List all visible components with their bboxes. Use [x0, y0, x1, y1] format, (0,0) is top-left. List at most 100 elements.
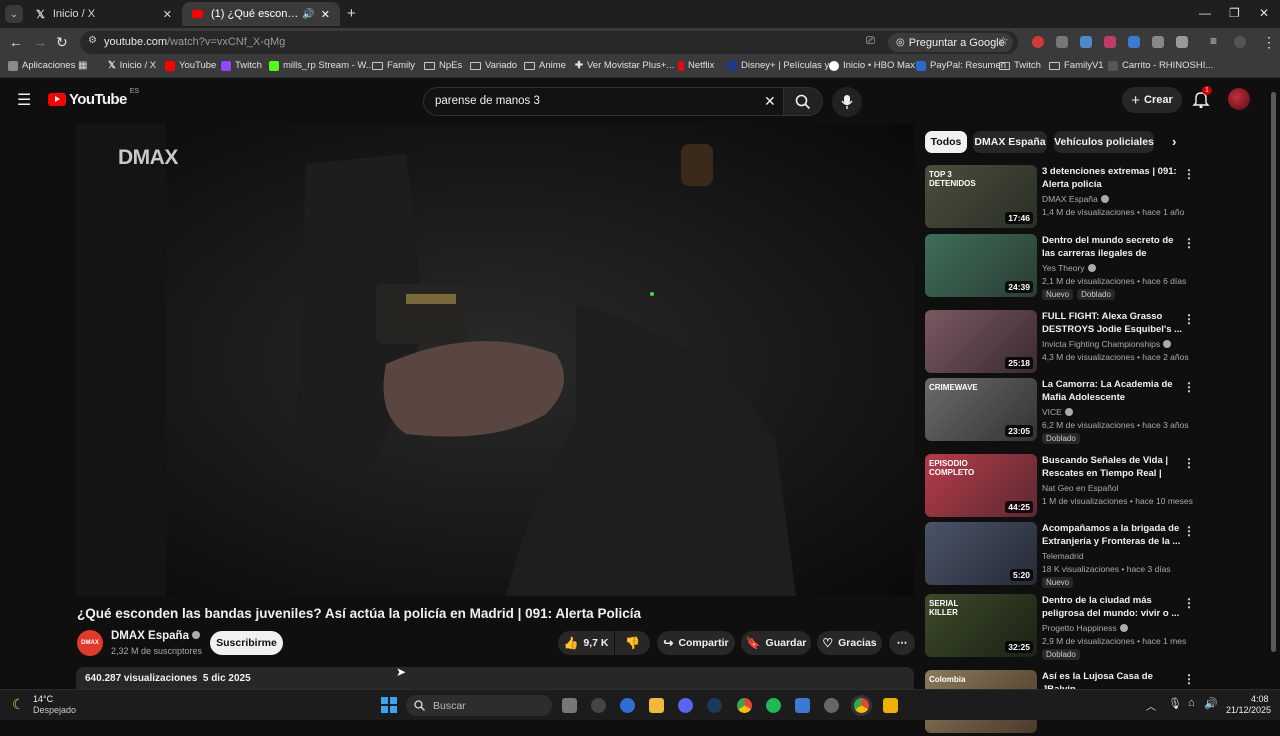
file-explorer-icon[interactable]	[649, 698, 664, 713]
more-vertical-icon[interactable]: ⋮	[1183, 167, 1195, 181]
bookmark-item[interactable]: Inicio • HBO Max	[829, 60, 915, 71]
page-scrollbar[interactable]	[1271, 82, 1277, 686]
microphone-tray-icon[interactable]: 🎙	[1168, 697, 1182, 710]
taskbar-search[interactable]: Buscar	[406, 695, 552, 716]
video-thumbnail[interactable]: 24:39	[925, 234, 1037, 297]
bookmark-item[interactable]: Disney+ | Películas y...	[727, 60, 836, 71]
chip-dmax[interactable]: DMAX España	[973, 131, 1047, 153]
channel-name[interactable]: DMAX España	[111, 630, 201, 642]
close-window-icon[interactable]: ✕	[1259, 6, 1269, 20]
bookmark-item[interactable]: Netflix	[678, 60, 714, 71]
recommended-channel[interactable]: VICE	[1042, 407, 1073, 417]
site-info-icon[interactable]: ⚙	[88, 35, 97, 46]
youtube-logo[interactable]: YouTube ES	[48, 88, 139, 108]
recommended-video[interactable]: SERIAL KILLER 32:25 Dentro de la ciudad má…	[925, 594, 1195, 660]
recommended-channel[interactable]: Progetto Happiness	[1042, 623, 1128, 633]
recommended-video-title[interactable]: La Camorra: La Academia de Mafia Adolesc…	[1042, 378, 1184, 404]
video-thumbnail[interactable]: EPISODIO COMPLETO 44:25	[925, 454, 1037, 517]
bookmark-item[interactable]: Aplicaciones	[8, 60, 75, 71]
rockstar-icon[interactable]	[883, 698, 898, 713]
video-thumbnail[interactable]: TOP 3 DETENIDOS 17:46	[925, 165, 1037, 228]
recommended-video[interactable]: CRIMEWAVE 23:05 La Camorra: La Academia de…	[925, 378, 1195, 444]
clock-time[interactable]: 4:08	[1251, 694, 1269, 704]
minimize-icon[interactable]: —	[1199, 6, 1211, 20]
recommended-video-title[interactable]: FULL FIGHT: Alexa Grasso DESTROYS Jodie …	[1042, 310, 1184, 336]
extension-icon[interactable]	[1104, 36, 1116, 48]
app-icon[interactable]	[824, 698, 839, 713]
thanks-button[interactable]: ♡ Gracias	[817, 631, 882, 655]
bookmark-folder[interactable]: Twitch	[999, 60, 1041, 71]
chip-all[interactable]: Todos	[925, 131, 967, 153]
dislike-button[interactable]: 👎	[615, 631, 650, 655]
ask-google-button[interactable]: ◎ Preguntar a Google	[888, 33, 1013, 52]
tab-groups-icon[interactable]: ▦	[78, 60, 87, 71]
more-actions-button[interactable]: ⋯	[889, 631, 915, 655]
app-icon[interactable]	[620, 698, 635, 713]
bookmark-folder[interactable]: Variado	[470, 60, 517, 71]
bookmark-folder[interactable]: Anime	[524, 60, 566, 71]
close-tab-icon[interactable]: ✕	[321, 8, 330, 21]
recommended-video-title[interactable]: 3 detenciones extremas | 091: Alerta pol…	[1042, 165, 1184, 191]
bookmark-item[interactable]: mills_rp Stream - W...	[269, 60, 374, 71]
back-icon[interactable]: ←	[9, 34, 23, 50]
weather-temp[interactable]: 14°C	[33, 694, 53, 704]
search-input[interactable]: parense de manos 3	[435, 95, 540, 107]
task-view-icon[interactable]	[562, 698, 577, 713]
bookmark-folder[interactable]: FamilyV1	[1049, 60, 1104, 71]
discord-icon[interactable]	[678, 698, 693, 713]
volume-icon[interactable]: 🔊	[1204, 697, 1218, 710]
windows-start-icon[interactable]	[381, 697, 397, 713]
bookmark-item[interactable]: 𝕏 Inicio / X	[108, 60, 156, 71]
hamburger-menu-icon[interactable]: ☰	[17, 90, 31, 110]
voice-search-button[interactable]	[832, 87, 862, 117]
bookmark-folder[interactable]: Family	[372, 60, 415, 71]
spotify-icon[interactable]	[766, 698, 781, 713]
more-vertical-icon[interactable]: ⋮	[1183, 596, 1195, 610]
recommended-video[interactable]: 24:39 Dentro del mundo secreto de las car…	[925, 234, 1195, 300]
avatar[interactable]	[1228, 88, 1250, 110]
clear-search-icon[interactable]: ✕	[764, 93, 776, 110]
weather-moon-icon[interactable]: ☾	[12, 696, 25, 713]
extension-icon[interactable]	[1128, 36, 1140, 48]
restore-icon[interactable]: ❐	[1229, 6, 1240, 20]
search-box[interactable]: parense de manos 3 ✕	[423, 87, 784, 116]
save-button[interactable]: 🔖 Guardar	[741, 631, 811, 655]
clock-date[interactable]: 21/12/2025	[1226, 705, 1271, 715]
bookmark-star-icon[interactable]: ☆	[998, 34, 1009, 48]
video-thumbnail[interactable]: 25:18	[925, 310, 1037, 373]
extension-icon[interactable]	[1056, 36, 1068, 48]
recommended-video-title[interactable]: Dentro del mundo secreto de las carreras…	[1042, 234, 1184, 261]
more-vertical-icon[interactable]: ⋮	[1183, 456, 1195, 470]
more-vertical-icon[interactable]: ⋮	[1183, 380, 1195, 394]
recommended-video[interactable]: 5:20 Acompañamos a la brigada de Extranje…	[925, 522, 1195, 588]
create-button[interactable]: + Crear	[1122, 87, 1182, 113]
chips-next-icon[interactable]: ›	[1172, 134, 1176, 149]
recommended-video[interactable]: TOP 3 DETENIDOS 17:46 3 detenciones extrem…	[925, 165, 1195, 231]
tab-x[interactable]: 𝕏 Inicio / X ✕	[26, 2, 182, 26]
recommended-video-title[interactable]: Acompañamos a la brigada de Extranjería …	[1042, 522, 1184, 548]
share-button[interactable]: ↪ Compartir	[657, 631, 735, 655]
recommended-video[interactable]: EPISODIO COMPLETO 44:25 Buscando Señales d…	[925, 454, 1195, 520]
search-button[interactable]	[783, 87, 823, 116]
bookmark-item[interactable]: YouTube	[165, 60, 216, 71]
video-thumbnail[interactable]: CRIMEWAVE 23:05	[925, 378, 1037, 441]
bookmark-item[interactable]: Carrito - RHINOSHI...	[1108, 60, 1213, 71]
chrome-active-icon[interactable]	[854, 698, 869, 713]
more-vertical-icon[interactable]: ⋮	[1183, 524, 1195, 538]
url-text[interactable]: youtube.com/watch?v=vxCNf_X-qMg	[104, 36, 285, 48]
description-box[interactable]: 640.287 visualizaciones 5 dic 2025	[76, 667, 914, 689]
cast-icon[interactable]: ⎚	[866, 35, 875, 48]
subscribe-button[interactable]: Suscribirme	[210, 631, 283, 655]
extensions-puzzle-icon[interactable]	[1176, 36, 1188, 48]
recommended-channel[interactable]: Invicta Fighting Championships	[1042, 339, 1172, 349]
video-thumbnail[interactable]: 5:20	[925, 522, 1037, 585]
close-tab-icon[interactable]: ✕	[163, 8, 172, 21]
audio-playing-icon[interactable]: 🔊	[302, 9, 314, 20]
chip-police-vehicles[interactable]: Vehículos policiales	[1054, 131, 1154, 153]
like-button[interactable]: 👍 9,7 K	[558, 631, 614, 655]
extension-icon[interactable]	[1080, 36, 1092, 48]
shield-icon[interactable]	[1152, 36, 1164, 48]
recommended-video-title[interactable]: Dentro de la ciudad más peligrosa del mu…	[1042, 594, 1184, 620]
recommended-channel[interactable]: Yes Theory	[1042, 263, 1096, 273]
scrollbar-thumb[interactable]	[1271, 92, 1276, 652]
